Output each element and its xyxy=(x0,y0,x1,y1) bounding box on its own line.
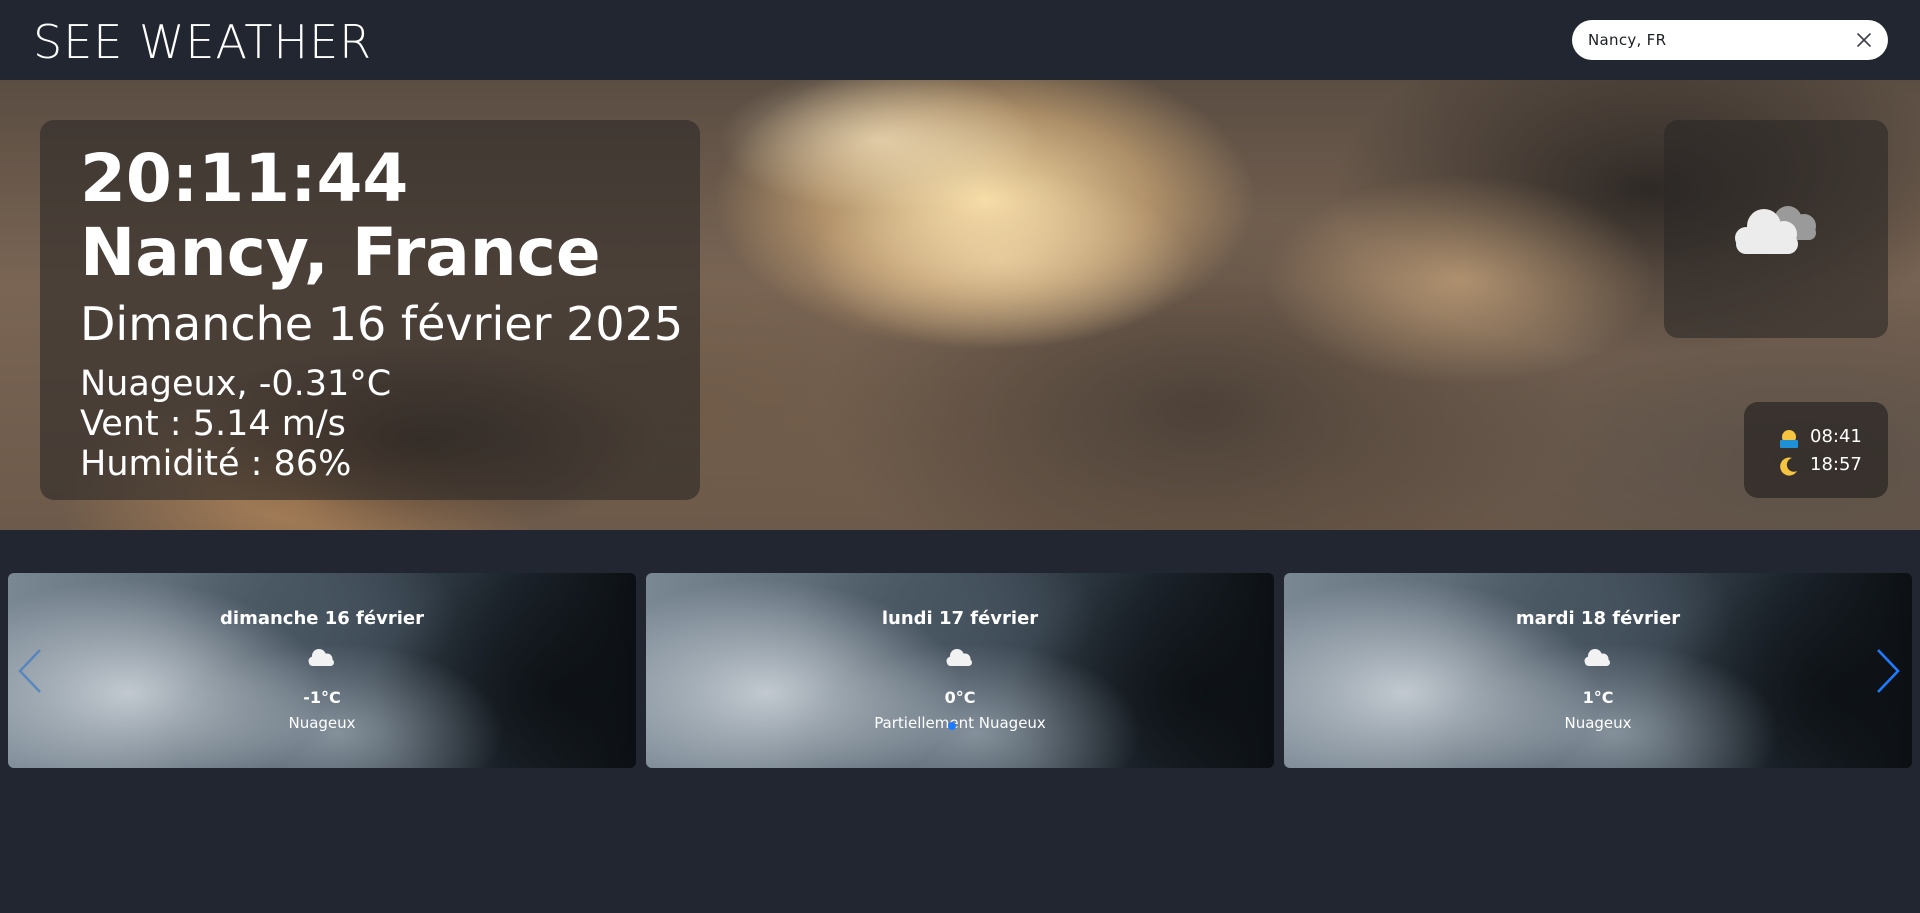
moon-icon xyxy=(1780,457,1797,476)
current-weather-panel: 20:11:44 Nancy, France Dimanche 16 févri… xyxy=(40,120,700,500)
current-weather-hero: 20:11:44 Nancy, France Dimanche 16 févri… xyxy=(0,80,1920,530)
cloud-icon xyxy=(308,649,334,666)
forecast-condition: Nuageux xyxy=(1564,714,1632,732)
clear-search-button[interactable] xyxy=(1854,30,1874,50)
forecast-carousel: dimanche 16 février -1°C Nuageux lundi 1… xyxy=(0,573,1920,768)
carousel-indicator-dot[interactable] xyxy=(948,722,956,730)
carousel-prev-button[interactable] xyxy=(10,646,50,696)
forecast-day: lundi 17 février xyxy=(881,608,1039,629)
sunrise-icon xyxy=(1780,430,1798,448)
sun-times-panel: 08:41 18:57 xyxy=(1744,402,1888,498)
humidity: Humidité : 86% xyxy=(80,444,352,484)
carousel-next-button[interactable] xyxy=(1868,646,1908,696)
forecast-card[interactable]: lundi 17 février 0°C Partiellement Nuage… xyxy=(646,573,1274,768)
app-title: SEE WEATHER xyxy=(33,15,373,69)
weather-icon-panel xyxy=(1664,120,1888,338)
forecast-temp: 1°C xyxy=(1582,688,1614,707)
forecast-card[interactable]: mardi 18 février 1°C Nuageux xyxy=(1284,573,1912,768)
forecast-temp: 0°C xyxy=(944,688,976,707)
cloud-icon xyxy=(1584,649,1610,666)
forecast-day: mardi 18 février xyxy=(1515,608,1681,629)
current-time: 20:11:44 xyxy=(80,140,409,217)
forecast-temp: -1°C xyxy=(303,688,341,707)
app-header: SEE WEATHER xyxy=(0,0,1920,80)
search-box[interactable] xyxy=(1572,20,1888,60)
forecast-condition: Nuageux xyxy=(288,714,356,732)
forecast-card[interactable]: dimanche 16 février -1°C Nuageux xyxy=(8,573,636,768)
chevron-right-icon[interactable] xyxy=(1868,646,1908,696)
condition-temperature: Nuageux, -0.31°C xyxy=(80,364,392,404)
forecast-condition: Partiellement Nuageux xyxy=(874,714,1046,732)
forecast-day: dimanche 16 février xyxy=(220,608,424,629)
location-name: Nancy, France xyxy=(80,214,601,291)
cloud-icon xyxy=(946,649,972,666)
chevron-left-icon[interactable] xyxy=(10,646,50,696)
search-input[interactable] xyxy=(1588,20,1838,60)
sunset-time: 18:57 xyxy=(1810,454,1862,475)
cloudy-icon xyxy=(1735,206,1816,254)
current-date: Dimanche 16 février 2025 xyxy=(80,297,684,351)
close-icon[interactable] xyxy=(1854,30,1874,50)
wind-speed: Vent : 5.14 m/s xyxy=(80,404,346,444)
sunrise-time: 08:41 xyxy=(1810,426,1862,447)
